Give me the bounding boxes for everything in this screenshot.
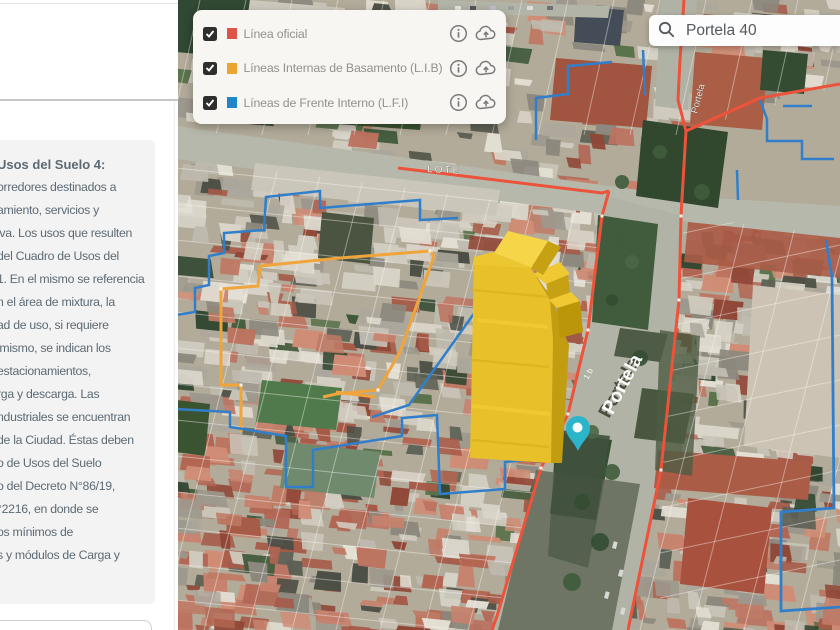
svg-text:LOTE: LOTE xyxy=(427,164,462,177)
